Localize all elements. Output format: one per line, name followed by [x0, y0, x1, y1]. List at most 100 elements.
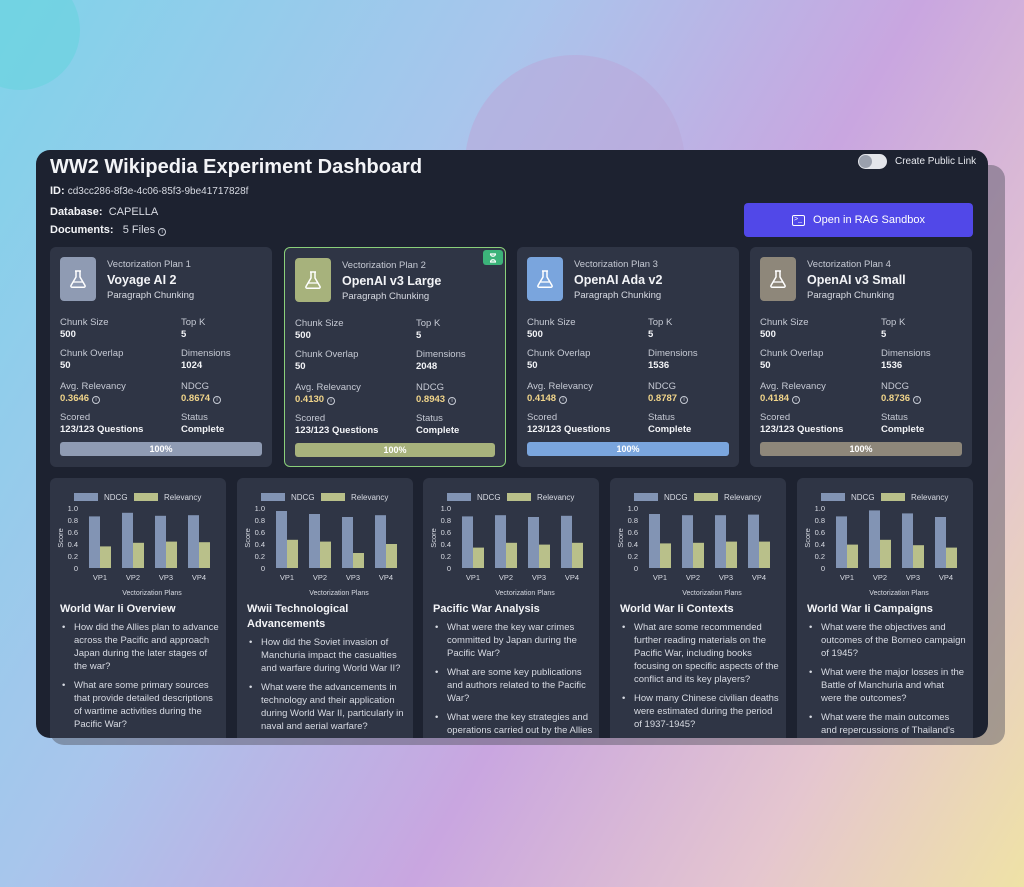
- chunk-size-label: Chunk Size: [527, 317, 576, 328]
- id-value: cd3cc286-8f3e-4c06-85f3-9be41717828f: [67, 186, 249, 197]
- legend-swatch: [821, 493, 845, 501]
- documents-value[interactable]: 5 Files: [123, 224, 155, 236]
- chunk-size-label: Chunk Size: [760, 317, 809, 328]
- public-link-toggle[interactable]: [858, 154, 887, 169]
- question-item: How did Japan's invasion of: [622, 737, 780, 738]
- vectorization-plan-card[interactable]: Vectorization Plan 3 OpenAI Ada v2 Paragra…: [517, 247, 739, 467]
- dimensions-value: 1536: [881, 360, 903, 371]
- x-axis-label: Vectorization Plans: [122, 590, 182, 597]
- ndcg-label: NDCG: [181, 381, 209, 392]
- avg-relevancy-value: 0.3646 i: [60, 393, 101, 404]
- info-icon[interactable]: i: [92, 396, 101, 404]
- y-tick-label: 0.6: [815, 528, 825, 537]
- x-axis-label: Vectorization Plans: [309, 590, 369, 597]
- y-tick-label: 0: [821, 564, 825, 573]
- y-tick-label: 0.8: [68, 516, 78, 525]
- legend-swatch: [447, 493, 471, 501]
- bar-relevancy: [386, 544, 397, 568]
- plan-model-name: Voyage AI 2: [107, 273, 177, 287]
- legend-label: NDCG: [477, 493, 501, 502]
- info-icon[interactable]: i: [213, 396, 222, 404]
- bar-relevancy: [572, 542, 583, 568]
- info-icon[interactable]: i: [913, 396, 922, 404]
- topic-card: NDCG Relevancy 0 0.2 0.4 0.6 0.8 1.0 Score VP1 VP2…: [50, 478, 226, 738]
- question-item: How did the Allies plan to advance acros…: [62, 621, 220, 673]
- y-tick-label: 0.6: [255, 528, 265, 537]
- y-tick-label: 0.8: [628, 516, 638, 525]
- y-tick-label: 1.0: [68, 504, 78, 513]
- vectorization-plan-card[interactable]: Vectorization Plan 4 OpenAI v3 Small Parag…: [750, 247, 972, 467]
- bar-relevancy: [660, 543, 671, 568]
- y-axis-label: Score: [616, 528, 625, 548]
- status-label: Status: [181, 412, 208, 423]
- x-tick-label: VP1: [653, 573, 667, 582]
- bar-relevancy: [913, 545, 924, 568]
- dimensions-label: Dimensions: [416, 349, 466, 360]
- info-icon[interactable]: i: [680, 396, 689, 404]
- vectorization-plan-card[interactable]: Vectorization Plan 1 Voyage AI 2 Paragraph…: [50, 247, 272, 467]
- x-tick-label: VP1: [93, 573, 107, 582]
- progress-label: 100%: [849, 444, 873, 454]
- public-link-label: Create Public Link: [895, 156, 977, 167]
- question-list: How did the Allies plan to advance acros…: [62, 621, 220, 738]
- top-k-value: 5: [181, 329, 187, 340]
- legend-label: NDCG: [664, 493, 688, 502]
- chunk-size-label: Chunk Size: [60, 317, 109, 328]
- ndcg-label: NDCG: [648, 381, 676, 392]
- y-axis-label: Score: [803, 528, 812, 548]
- question-item: How did the use of submarines: [62, 737, 220, 738]
- documents-label: Documents:: [50, 224, 114, 236]
- chunk-overlap-value: 50: [60, 360, 71, 371]
- status-label: Status: [648, 412, 675, 423]
- open-rag-sandbox-button[interactable]: >_ Open in RAG Sandbox: [744, 203, 973, 237]
- info-icon[interactable]: i: [158, 228, 167, 236]
- x-tick-label: VP1: [466, 573, 480, 582]
- progress-bar: 100%: [60, 442, 262, 456]
- y-tick-label: 1.0: [255, 504, 265, 513]
- question-item: What are some key publications and autho…: [435, 666, 593, 705]
- avg-relevancy-value: 0.4184 i: [760, 393, 801, 404]
- top-k-value: 5: [416, 330, 422, 341]
- bar-relevancy: [199, 542, 210, 568]
- y-tick-label: 0.4: [628, 540, 638, 549]
- legend-swatch: [634, 493, 658, 501]
- avg-relevancy-label: Avg. Relevancy: [295, 382, 361, 393]
- bar-relevancy: [506, 542, 517, 568]
- bar-ndcg: [561, 515, 572, 568]
- legend-swatch: [881, 493, 905, 501]
- y-tick-label: 0.6: [628, 528, 638, 537]
- plan-model-name: OpenAI Ada v2: [574, 273, 663, 287]
- status-value: Complete: [648, 424, 692, 435]
- info-icon[interactable]: i: [327, 397, 336, 405]
- y-tick-label: 0.2: [255, 552, 265, 561]
- scored-label: Scored: [295, 413, 326, 424]
- info-icon[interactable]: i: [559, 396, 568, 404]
- y-tick-label: 0: [447, 564, 451, 573]
- legend-swatch: [74, 493, 98, 501]
- legend-swatch: [134, 493, 158, 501]
- scored-label: Scored: [527, 412, 558, 423]
- status-value: Complete: [181, 424, 225, 435]
- plan-number: Vectorization Plan 1: [107, 259, 191, 270]
- dimensions-label: Dimensions: [881, 348, 931, 359]
- scored-label: Scored: [60, 412, 91, 423]
- legend-label: Relevancy: [164, 493, 201, 502]
- legend-label: Relevancy: [724, 493, 761, 502]
- question-list: How did the Soviet invasion of Manchuria…: [249, 636, 407, 738]
- flask-icon: [537, 270, 553, 289]
- avg-relevancy-value: 0.4148 i: [527, 393, 568, 404]
- vectorization-plan-card[interactable]: Vectorization Plan 2 OpenAI v3 Large Parag…: [284, 247, 506, 467]
- x-axis-label: Vectorization Plans: [869, 590, 929, 597]
- x-tick-label: VP1: [280, 573, 294, 582]
- info-icon[interactable]: i: [792, 396, 801, 404]
- y-axis-label: Score: [429, 528, 438, 548]
- y-tick-label: 0.4: [255, 540, 265, 549]
- topic-card: NDCG Relevancy 0 0.2 0.4 0.6 0.8 1.0 Score VP1 VP2…: [610, 478, 786, 738]
- database-value: CAPELLA: [108, 206, 159, 218]
- question-list: What are some recommended further readin…: [622, 621, 780, 738]
- flask-icon: [295, 258, 331, 302]
- bar-relevancy: [880, 539, 891, 568]
- bar-relevancy: [847, 544, 858, 568]
- info-icon[interactable]: i: [448, 397, 457, 405]
- bar-relevancy: [166, 541, 177, 568]
